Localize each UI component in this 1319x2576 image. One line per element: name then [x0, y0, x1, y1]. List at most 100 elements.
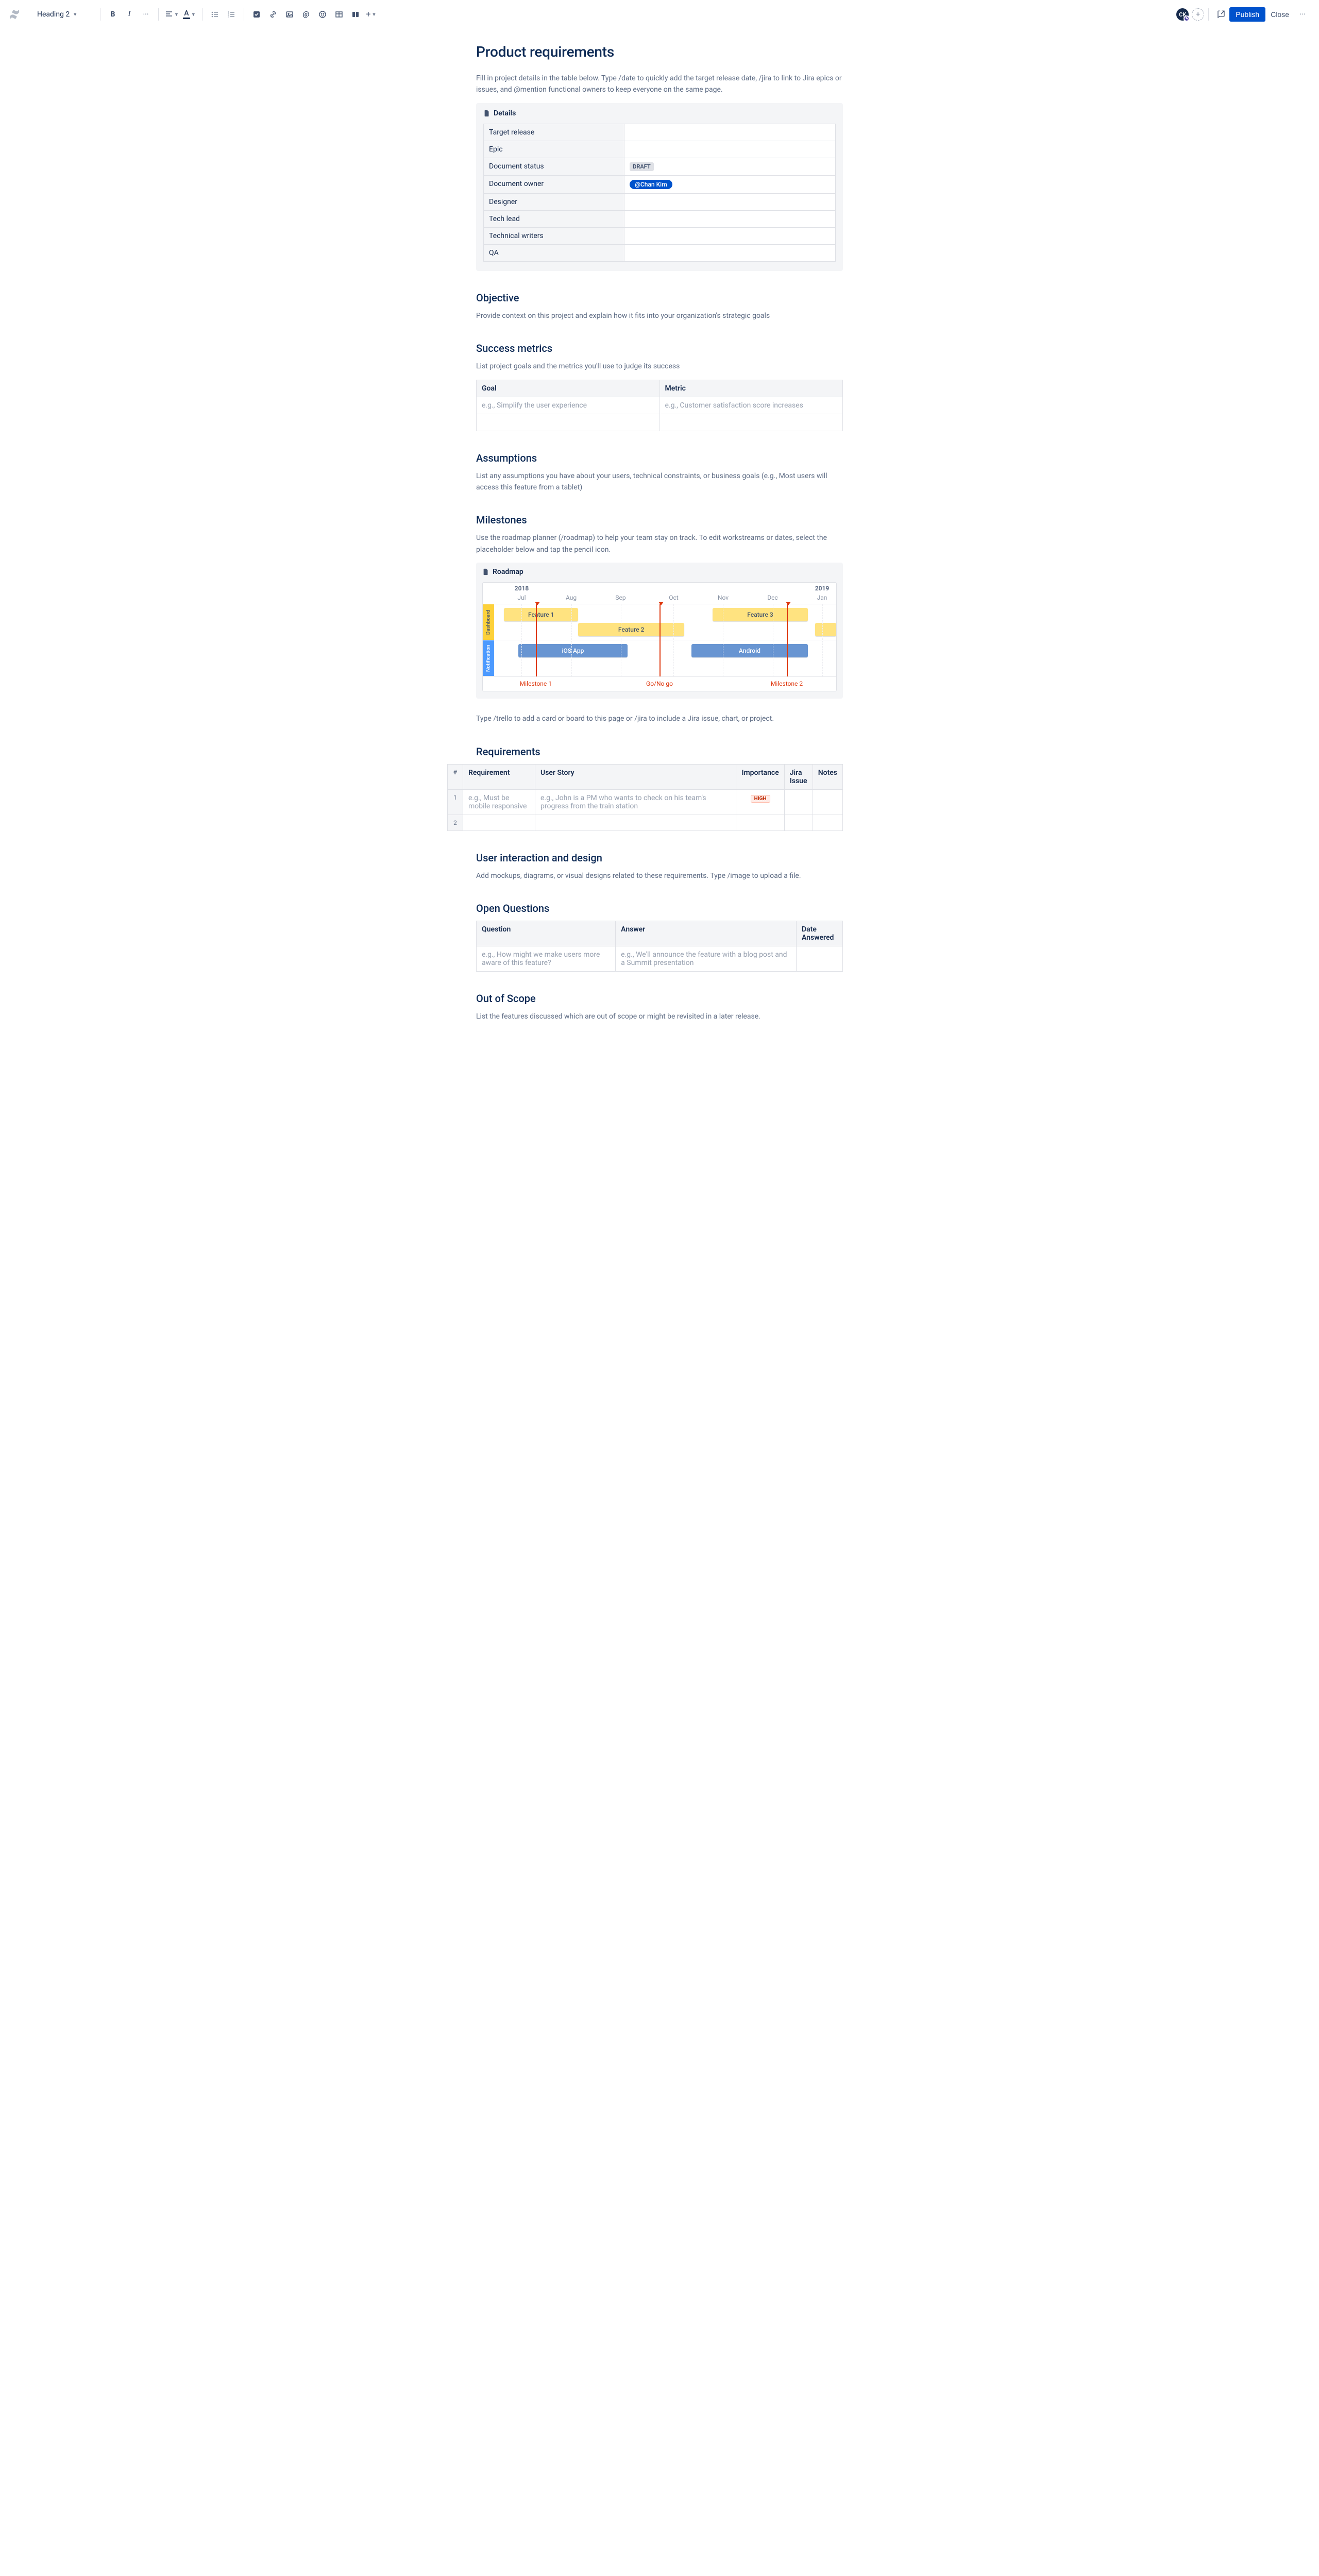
close-button[interactable]: Close [1265, 7, 1294, 22]
details-row[interactable]: Document owner @Chan Kim [484, 175, 836, 193]
details-row[interactable]: Document statusDRAFT [484, 158, 836, 175]
page-title[interactable]: Product requirements [476, 43, 843, 60]
roadmap-chart[interactable]: 20182019JulAugSepOctNovDecJan DashboardF… [482, 582, 837, 691]
metrics-cell[interactable] [477, 414, 660, 431]
details-value[interactable] [624, 244, 836, 261]
text-color-button[interactable]: A ▼ [181, 6, 198, 23]
metrics-cell[interactable]: e.g., Simplify the user experience [477, 397, 660, 414]
layouts-button[interactable] [347, 6, 364, 23]
user-mention[interactable]: @Chan Kim [630, 180, 672, 189]
open-questions-heading[interactable]: Open Questions [476, 902, 843, 914]
milestones-text[interactable]: Use the roadmap planner (/roadmap) to he… [476, 532, 843, 555]
confluence-logo[interactable] [8, 8, 21, 21]
row-number: 2 [448, 815, 463, 831]
notes-cell[interactable] [813, 815, 842, 831]
success-text[interactable]: List project goals and the metrics you'l… [476, 361, 843, 372]
more-formatting-button[interactable]: ··· [138, 6, 154, 23]
roadmap-bar[interactable] [815, 623, 836, 636]
details-table[interactable]: Target releaseEpicDocument statusDRAFTDo… [483, 124, 836, 262]
metrics-row[interactable]: e.g., Simplify the user experiencee.g., … [477, 397, 843, 414]
assumptions-text[interactable]: List any assumptions you have about your… [476, 470, 843, 494]
details-row[interactable]: Technical writers [484, 227, 836, 244]
insert-button[interactable]: + ▼ [364, 6, 379, 23]
image-button[interactable] [281, 6, 298, 23]
avatar-editing-badge: ✎ [1183, 15, 1190, 22]
bold-button[interactable]: B [105, 6, 121, 23]
details-row[interactable]: Epic [484, 141, 836, 158]
objective-heading[interactable]: Objective [476, 292, 843, 304]
user-story-cell[interactable]: e.g., John is a PM who wants to check on… [535, 789, 736, 815]
details-row[interactable]: QA [484, 244, 836, 261]
details-label: Document owner [484, 175, 624, 193]
importance-cell[interactable]: HIGH [736, 789, 784, 815]
roadmap-footer-text[interactable]: Type /trello to add a card or board to t… [476, 713, 843, 724]
roadmap-bar[interactable]: iOS App [518, 644, 628, 657]
jira-cell[interactable] [784, 789, 813, 815]
out-of-scope-heading[interactable]: Out of Scope [476, 992, 843, 1005]
requirement-cell[interactable] [463, 815, 535, 831]
more-actions-button[interactable]: ··· [1294, 6, 1311, 23]
success-heading[interactable]: Success metrics [476, 342, 843, 354]
col-num: # [448, 764, 463, 789]
details-value[interactable] [624, 141, 836, 158]
roadmap-panel[interactable]: Roadmap 20182019JulAugSepOctNovDecJan Da… [476, 563, 843, 699]
open-question-cell[interactable] [797, 946, 843, 971]
uid-heading[interactable]: User interaction and design [476, 852, 843, 864]
details-value[interactable] [624, 210, 836, 227]
align-button[interactable]: ▼ [163, 6, 181, 23]
roadmap-bar[interactable]: Feature 1 [504, 608, 578, 621]
jira-cell[interactable] [784, 815, 813, 831]
open-question-row[interactable]: e.g., How might we make users more aware… [477, 946, 843, 971]
objective-text[interactable]: Provide context on this project and expl… [476, 310, 843, 321]
details-row[interactable]: Designer [484, 193, 836, 210]
details-value[interactable] [624, 227, 836, 244]
details-row[interactable]: Target release [484, 124, 836, 141]
bullet-list-button[interactable] [207, 6, 223, 23]
details-value[interactable]: DRAFT [624, 158, 836, 175]
invite-button[interactable]: + [1192, 8, 1204, 21]
roadmap-bar[interactable]: Feature 2 [578, 623, 684, 636]
request-changes-button[interactable] [1213, 6, 1229, 23]
text-style-select[interactable]: Heading 2 ▼ [33, 8, 90, 21]
importance-cell[interactable] [736, 815, 784, 831]
metrics-cell[interactable] [660, 414, 843, 431]
details-panel[interactable]: Details Target releaseEpicDocument statu… [476, 103, 843, 271]
publish-button[interactable]: Publish [1229, 7, 1265, 22]
requirement-cell[interactable]: e.g., Must be mobile responsive [463, 789, 535, 815]
requirements-table[interactable]: # Requirement User Story Importance Jira… [447, 764, 843, 831]
emoji-button[interactable] [314, 6, 331, 23]
metrics-row[interactable] [477, 414, 843, 431]
uid-text[interactable]: Add mockups, diagrams, or visual designs… [476, 870, 843, 882]
details-value[interactable]: @Chan Kim [624, 175, 836, 193]
panel-title: Details [483, 109, 836, 117]
requirement-row[interactable]: 2 [448, 815, 843, 831]
requirements-heading[interactable]: Requirements [476, 745, 843, 758]
open-question-cell[interactable]: e.g., We'll announce the feature with a … [616, 946, 797, 971]
details-value[interactable] [624, 124, 836, 141]
milestones-heading[interactable]: Milestones [476, 514, 843, 526]
details-label: Technical writers [484, 227, 624, 244]
user-story-cell[interactable] [535, 815, 736, 831]
intro-text[interactable]: Fill in project details in the table bel… [476, 73, 843, 96]
details-value[interactable] [624, 193, 836, 210]
user-avatar[interactable]: CK ✎ [1176, 8, 1189, 21]
open-question-cell[interactable]: e.g., How might we make users more aware… [477, 946, 616, 971]
assumptions-heading[interactable]: Assumptions [476, 452, 843, 464]
out-of-scope-text[interactable]: List the features discussed which are ou… [476, 1011, 843, 1022]
open-questions-table[interactable]: Question Answer Date Answered e.g., How … [476, 921, 843, 972]
roadmap-bar[interactable]: Android [691, 644, 808, 657]
col-goal: Goal [477, 380, 660, 397]
roadmap-bar[interactable]: Feature 3 [713, 608, 808, 621]
metrics-cell[interactable]: e.g., Customer satisfaction score increa… [660, 397, 843, 414]
success-metrics-table[interactable]: Goal Metric e.g., Simplify the user expe… [476, 380, 843, 431]
notes-cell[interactable] [813, 789, 842, 815]
action-item-button[interactable] [248, 6, 265, 23]
table-button[interactable] [331, 6, 347, 23]
text-style-label: Heading 2 [37, 10, 70, 19]
numbered-list-button[interactable]: 123 [223, 6, 240, 23]
link-button[interactable] [265, 6, 281, 23]
italic-button[interactable]: I [121, 6, 138, 23]
details-row[interactable]: Tech lead [484, 210, 836, 227]
mention-button[interactable]: @ [298, 6, 314, 23]
requirement-row[interactable]: 1e.g., Must be mobile responsivee.g., Jo… [448, 789, 843, 815]
